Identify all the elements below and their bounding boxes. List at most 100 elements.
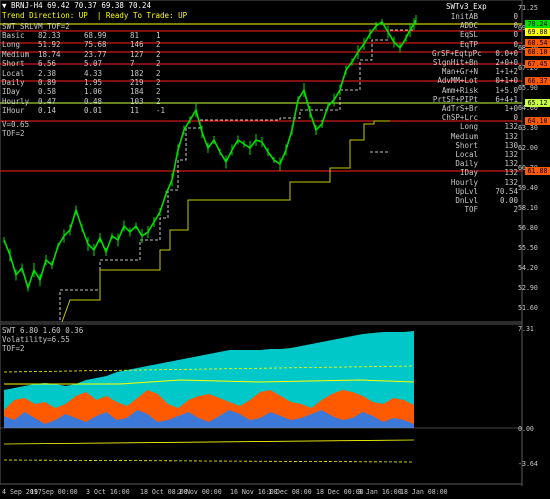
stats-a: 0.14 bbox=[38, 106, 57, 116]
stats-a: 6.56 bbox=[38, 59, 57, 69]
price-tick: 51.60 bbox=[518, 304, 538, 312]
stats-name: IDay bbox=[2, 87, 21, 97]
info-key: EqTP bbox=[459, 39, 478, 49]
stats-b: 1.06 bbox=[84, 87, 103, 97]
info-key: Hourly bbox=[450, 177, 478, 187]
info-value: 6+4+1 bbox=[495, 94, 518, 104]
stats-d: 2 bbox=[156, 96, 161, 106]
info-value: 0+1+0 bbox=[495, 76, 518, 86]
stats-a: 2.38 bbox=[38, 68, 57, 78]
stats-c: 103 bbox=[130, 96, 144, 106]
stats-b: 5.07 bbox=[84, 59, 103, 69]
info-value: 0 bbox=[513, 39, 518, 49]
lower-band bbox=[3, 439, 415, 445]
oscillator-series bbox=[0, 331, 522, 463]
info-value: 0.00 bbox=[499, 196, 518, 205]
subpanel-axis-top: 7.31 bbox=[518, 325, 534, 333]
date-tick: 19 Sep 00:00 bbox=[30, 488, 78, 496]
stats-a: 18.74 bbox=[38, 49, 61, 59]
info-value: 132 bbox=[504, 159, 518, 169]
stats-a: 0.89 bbox=[38, 78, 57, 87]
indicator-tf-label: SWT_SRLVM_TOF=2 bbox=[2, 22, 70, 31]
stats-c: 11 bbox=[130, 106, 140, 116]
stats-name: Hourly bbox=[2, 96, 30, 106]
stats-c: 81 bbox=[130, 31, 140, 40]
stats-c: 184 bbox=[130, 87, 144, 97]
stats-name: Long bbox=[2, 40, 21, 50]
ready-label: Ready To Trade: bbox=[105, 11, 174, 20]
info-value: 132 bbox=[504, 168, 518, 178]
info-key: EqSL bbox=[459, 30, 478, 40]
info-value: 132 bbox=[504, 177, 518, 187]
date-tick: 3 Jan 16:00 bbox=[358, 488, 402, 496]
info-key: PrtSF+PIPt bbox=[432, 94, 478, 104]
info-value: 132 bbox=[504, 122, 518, 132]
stats-c: 127 bbox=[130, 49, 144, 59]
price-marker: 68.54 bbox=[525, 39, 550, 47]
terminal-window: ▼ BRNJ-H4 69.42 70.37 69.38 70.24 Trend … bbox=[0, 0, 550, 499]
stats-name: Daily bbox=[2, 78, 25, 87]
price-marker: 67.45 bbox=[525, 60, 550, 68]
info-value: 0 bbox=[513, 12, 518, 21]
subpanel-axis-zero: 0.00 bbox=[518, 425, 534, 433]
price-marker: 66.37 bbox=[525, 77, 550, 85]
trend-label: Trend Direction: bbox=[2, 11, 75, 20]
info-key: Man+Gr+N bbox=[441, 67, 478, 77]
stats-d: -1 bbox=[156, 106, 166, 116]
stair-indicator bbox=[59, 29, 414, 323]
lower-band-dashed bbox=[3, 459, 415, 463]
stats-c: 7 bbox=[130, 59, 135, 69]
info-key: SlgnHit+Bn bbox=[432, 58, 478, 67]
stats-b: 1.95 bbox=[84, 78, 103, 87]
info-key: ChSP+Lrc bbox=[441, 113, 478, 123]
stats-c: 219 bbox=[130, 78, 144, 87]
price-tick: 54.20 bbox=[518, 264, 538, 272]
stats-a: 82.33 bbox=[38, 31, 61, 40]
candlestick-series bbox=[3, 15, 417, 292]
price-marker: 70.24 bbox=[525, 20, 550, 28]
stats-name: Basic bbox=[2, 31, 25, 40]
info-key: InitAB bbox=[450, 12, 478, 21]
info-key: AdvMM+Lot bbox=[437, 76, 478, 86]
info-key: Daily bbox=[455, 159, 478, 169]
price-tick: 71.25 bbox=[518, 4, 538, 12]
date-tick: 18 Dec 00:00 bbox=[316, 488, 364, 496]
info-value: 2+0+0 bbox=[495, 58, 518, 67]
ohlc-close: 70.24 bbox=[128, 1, 152, 10]
stats-name: Medium bbox=[2, 49, 30, 59]
price-marker: 61.88 bbox=[525, 167, 550, 175]
indicator-name: SWTv3_Exp bbox=[446, 2, 487, 11]
info-key: AdTrS+Br bbox=[441, 104, 478, 113]
chart-symbol-header: ▼ BRNJ-H4 69.42 70.37 69.38 70.24 bbox=[2, 1, 151, 10]
date-tick: 3 Oct 16:00 bbox=[86, 488, 130, 496]
info-value: 2 bbox=[513, 205, 518, 215]
price-marker: 69.88 bbox=[525, 28, 550, 36]
stats-a: 0.58 bbox=[38, 87, 57, 97]
stats-b: 68.99 bbox=[84, 31, 107, 40]
price-tick: 65.90 bbox=[518, 84, 538, 92]
trend-status: Trend Direction: UP | Ready To Trade: UP bbox=[2, 11, 188, 20]
price-tick: 63.30 bbox=[518, 124, 538, 132]
ohlc-open: 69.42 bbox=[47, 1, 70, 10]
stats-d: 2 bbox=[156, 87, 161, 97]
stats-b: 23.77 bbox=[84, 49, 107, 59]
trend-value: UP bbox=[78, 11, 88, 20]
price-tick: 52.90 bbox=[518, 284, 538, 292]
info-value: 0 bbox=[513, 21, 518, 31]
stats-c: 146 bbox=[130, 40, 144, 50]
stats-d: 2 bbox=[156, 78, 161, 87]
ohlc-high: 70.37 bbox=[74, 1, 97, 10]
info-value: 132 bbox=[504, 131, 518, 141]
stats-d: 2 bbox=[156, 59, 161, 69]
date-tick: 1 Dec 08:00 bbox=[268, 488, 312, 496]
price-tick: 58.10 bbox=[518, 204, 538, 212]
info-key: ADDC bbox=[459, 21, 478, 31]
stats-b: 4.33 bbox=[84, 68, 103, 78]
v-value: V=0.65 bbox=[2, 120, 30, 129]
info-key: GrSF+EqtpPc bbox=[432, 48, 482, 58]
info-value: 0 bbox=[513, 113, 518, 123]
info-key: DnLvl bbox=[455, 196, 478, 205]
stats-name: Short bbox=[2, 59, 25, 69]
stair-upper bbox=[59, 29, 414, 320]
info-key: Medium bbox=[450, 131, 478, 141]
